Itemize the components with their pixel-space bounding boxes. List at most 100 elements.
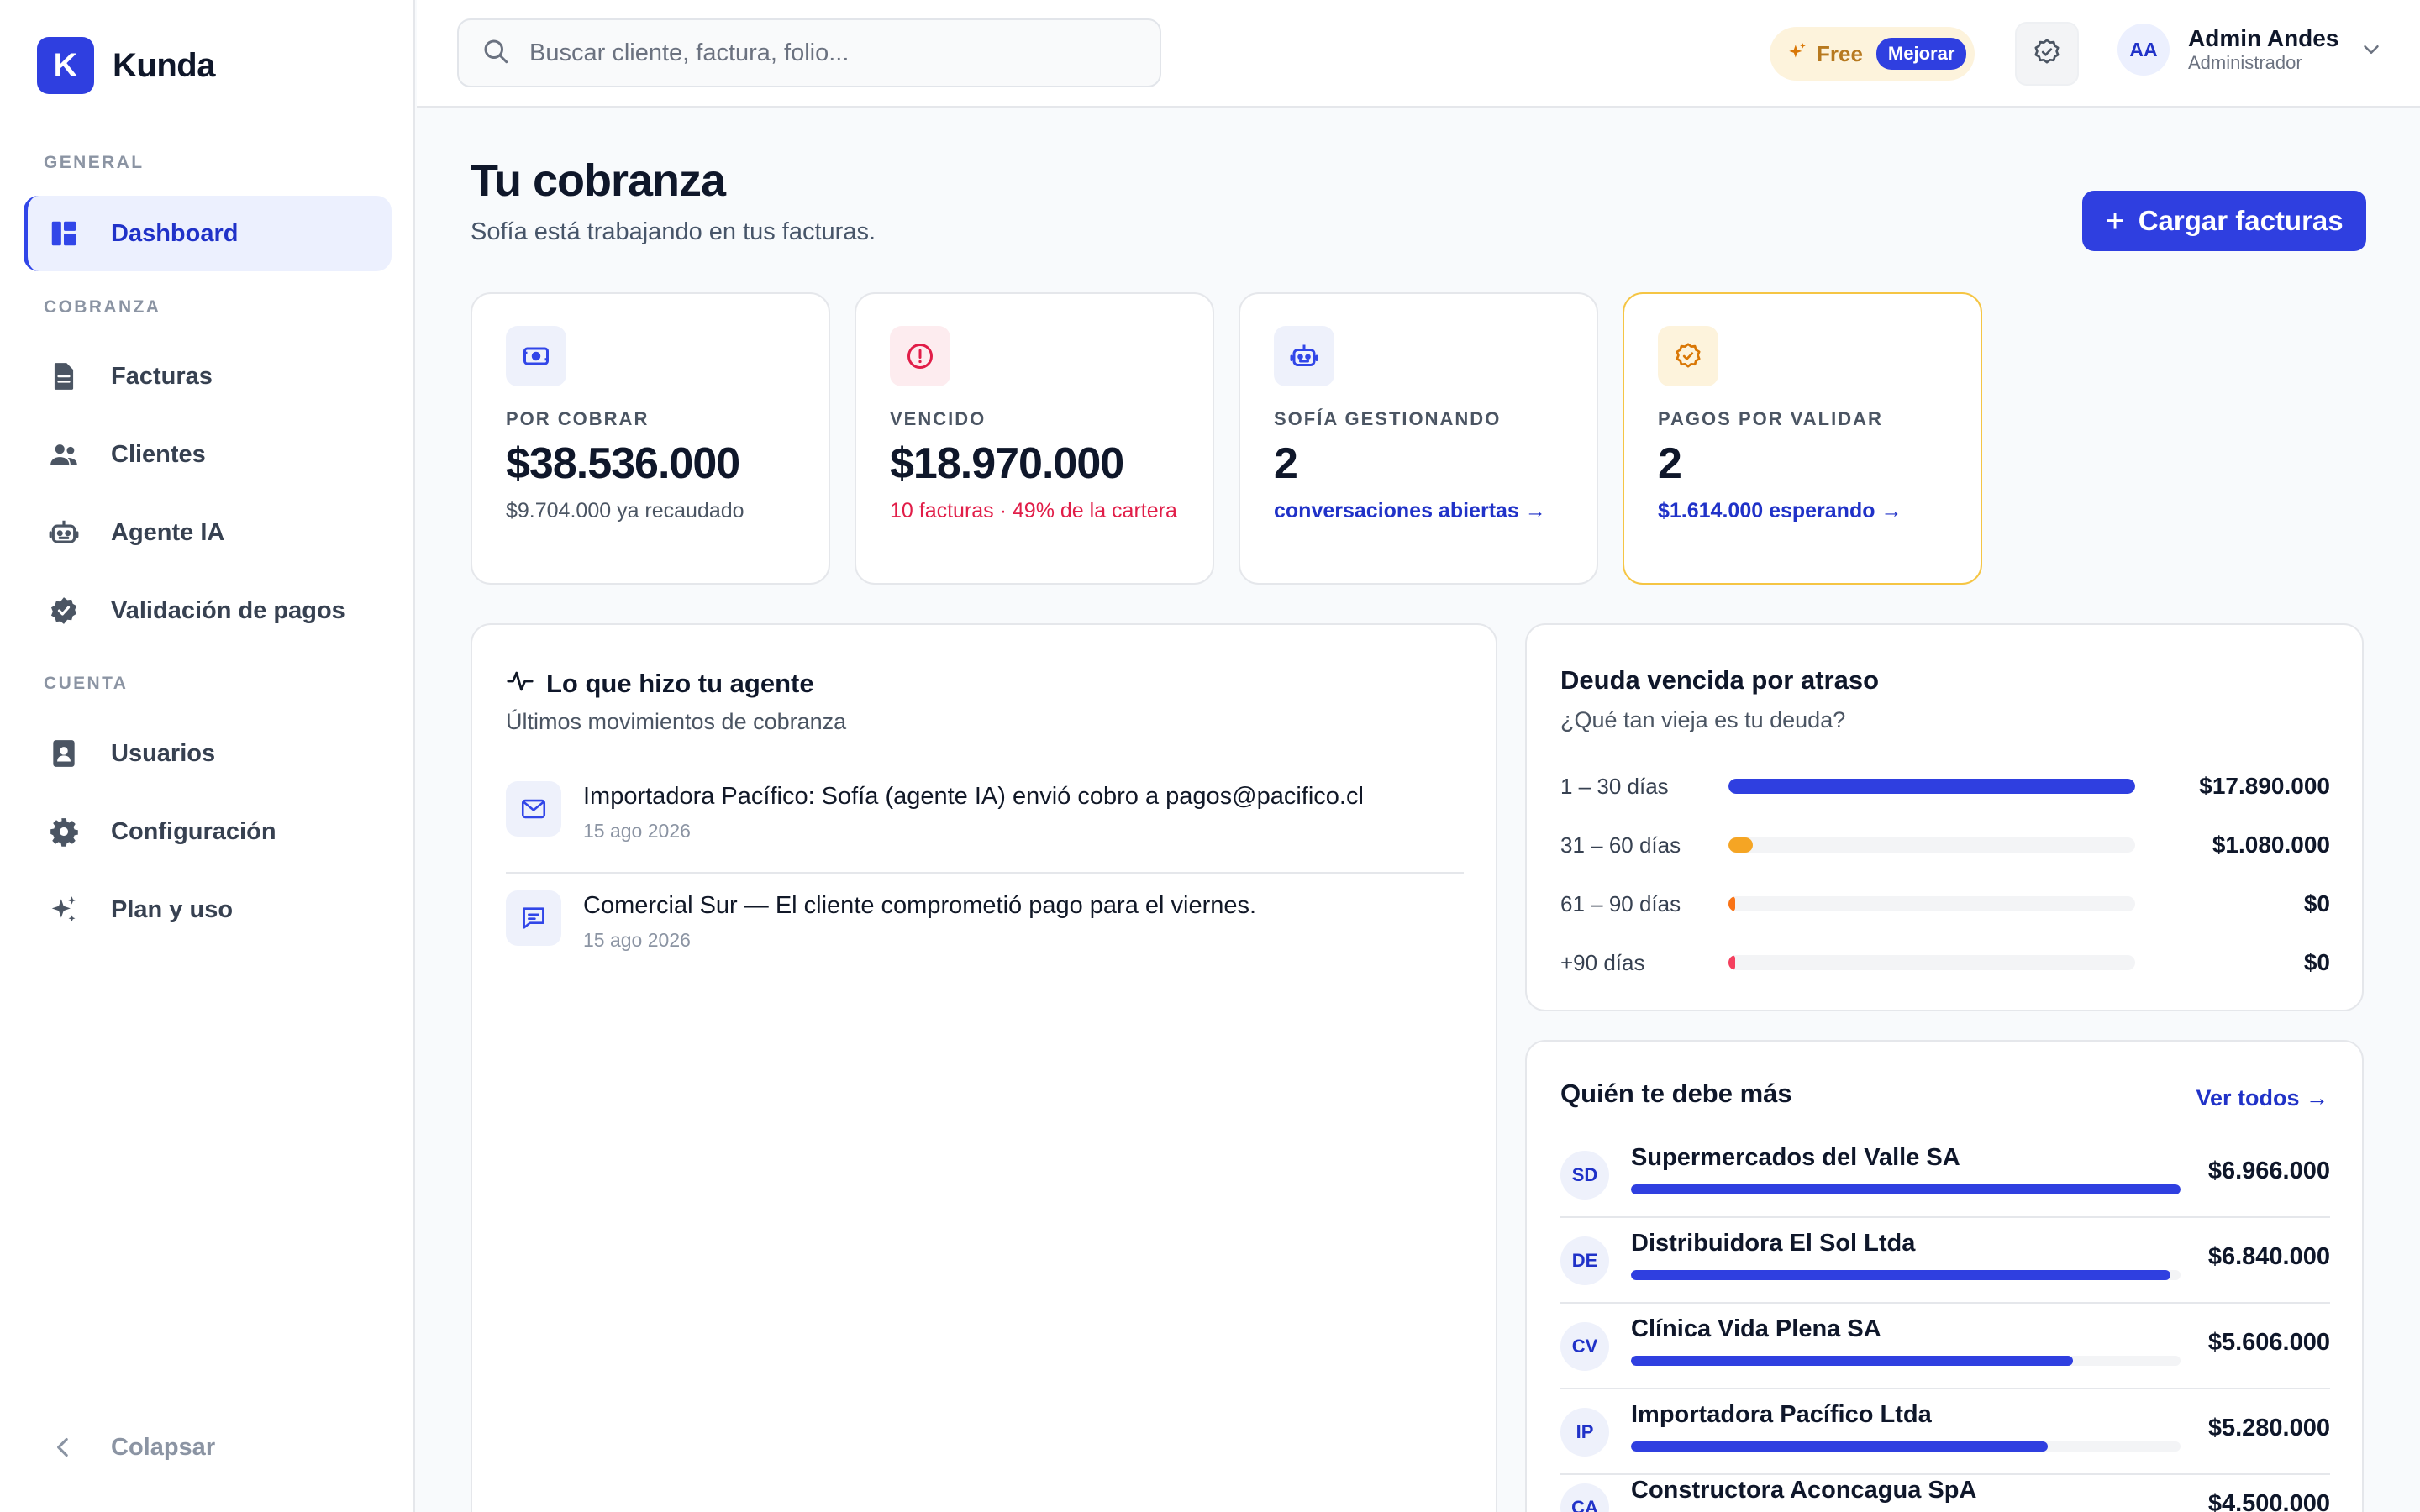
sidebar-item-facturas[interactable]: Facturas (24, 339, 392, 414)
sidebar-item-dashboard[interactable]: Dashboard (24, 196, 392, 271)
activity-date: 15 ago 2026 (583, 820, 691, 842)
kpi-label: SOFÍA GESTIONANDO (1274, 408, 1502, 429)
debtor-bar-track (1631, 1441, 2181, 1452)
debtor-avatar: DE (1560, 1236, 1609, 1285)
debtor-amount: $6.966.000 (2207, 1158, 2330, 1184)
activity-header: Lo que hizo tu agente (506, 667, 814, 700)
debtor-row[interactable]: SD Supermercados del Valle SA $6.966.000 (1560, 1132, 2330, 1216)
page-title: Tu cobranza (471, 155, 726, 206)
debtor-row[interactable]: CA Constructora Aconcagua SpA $4.500.000 (1560, 1465, 2330, 1512)
debtor-name: Importadora Pacífico Ltda (1631, 1401, 1932, 1428)
debtor-avatar: SD (1560, 1151, 1609, 1200)
aging-bar-track (1728, 955, 2135, 970)
sidebar-item-label: Configuración (111, 817, 276, 845)
nav-section-cuenta: CUENTA (44, 674, 129, 693)
top-debtors-title: Quién te debe más (1560, 1079, 1792, 1108)
sidebar-item-configuracion[interactable]: Configuración (24, 794, 392, 869)
aging-bar-fill (1728, 779, 2135, 794)
upgrade-button[interactable]: Mejorar (1876, 38, 1967, 70)
collapse-sidebar-button[interactable]: Colapsar (24, 1410, 392, 1485)
aging-amount: $17.890.000 (2199, 773, 2330, 799)
see-all-debtors-link[interactable]: Ver todos → (2196, 1085, 2328, 1111)
sidebar-item-plan-uso[interactable]: Plan y uso (24, 872, 392, 948)
aging-panel: Deuda vencida por atraso ¿Qué tan vieja … (1525, 623, 2364, 1011)
debtor-row[interactable]: DE Distribuidora El Sol Ltda $6.840.000 (1560, 1218, 2330, 1302)
aging-label: 31 – 60 días (1560, 832, 1681, 858)
debtor-name: Supermercados del Valle SA (1631, 1144, 1960, 1171)
sidebar-item-label: Usuarios (111, 739, 216, 767)
aging-row: 61 – 90 días $0 (1560, 887, 2330, 921)
activity-pulse-icon (506, 667, 534, 700)
search-input[interactable] (529, 39, 1134, 67)
sidebar-item-label: Plan y uso (111, 895, 234, 923)
aging-subtitle: ¿Qué tan vieja es tu deuda? (1560, 707, 1846, 732)
plan-badge[interactable]: Free Mejorar (1770, 27, 1975, 81)
kpi-card-por-cobrar[interactable]: POR COBRAR $38.536.000 $9.704.000 ya rec… (471, 292, 830, 585)
aging-amount: $1.080.000 (2212, 832, 2330, 858)
kpi-value: $18.970.000 (890, 439, 1124, 488)
kpi-value: 2 (1658, 439, 1682, 488)
sidebar-item-validacion-pagos[interactable]: Validación de pagos (24, 573, 392, 648)
kpi-value: 2 (1274, 439, 1298, 488)
sparkles-icon (1786, 41, 1808, 67)
sidebar-item-label: Dashboard (111, 219, 239, 247)
debtor-bar-fill (1631, 1441, 2048, 1452)
debtor-amount: $4.500.000 (2207, 1490, 2330, 1512)
debtor-row[interactable]: CV Clínica Vida Plena SA $5.606.000 (1560, 1304, 2330, 1388)
upload-invoices-label: Cargar facturas (2138, 205, 2344, 236)
brand[interactable]: K Kunda (37, 37, 215, 94)
nav-section-general: GENERAL (44, 153, 145, 172)
topbar: Free Mejorar AA Admin Andes Administrado… (417, 0, 2420, 108)
kpi-label: PAGOS POR VALIDAR (1658, 408, 1883, 429)
activity-item[interactable]: Comercial Sur — El cliente comprometió p… (506, 890, 1464, 952)
aging-bar-track (1728, 896, 2135, 911)
sparkles-icon (47, 893, 81, 927)
user-menu[interactable]: AA Admin Andes Administrador (2118, 24, 2384, 76)
activity-item[interactable]: Importadora Pacífico: Sofía (agente IA) … (506, 781, 1464, 843)
robot-icon (47, 516, 81, 549)
badge-check-icon (2032, 37, 2062, 71)
kpi-link-pagos-esperando[interactable]: $1.614.000 esperando → (1658, 496, 1952, 527)
chevron-down-icon (2359, 37, 2384, 62)
kpi-sub: $9.704.000 ya recaudado (506, 499, 744, 522)
user-role: Administrador (2188, 52, 2302, 73)
kpi-link-conversaciones[interactable]: conversaciones abiertas → (1274, 496, 1568, 527)
upload-invoices-button[interactable]: + Cargar facturas (2082, 191, 2366, 251)
aging-title: Deuda vencida por atraso (1560, 665, 1880, 695)
document-icon (47, 360, 81, 393)
debtor-bar-fill (1631, 1184, 2181, 1194)
cash-icon (506, 326, 566, 386)
aging-bar-fill (1728, 837, 1754, 853)
aging-label: +90 días (1560, 949, 1645, 975)
user-name: Admin Andes (2188, 25, 2339, 51)
badge-check-icon (1658, 326, 1718, 386)
debtor-bar-fill (1631, 1270, 2171, 1280)
plan-label: Free (1817, 40, 1863, 66)
activity-date: 15 ago 2026 (583, 929, 691, 951)
aging-row: +90 días $0 (1560, 946, 2330, 979)
brand-name: Kunda (113, 46, 215, 84)
app-root: K Kunda GENERAL Dashboard COBRANZA Factu… (0, 0, 2420, 1512)
mail-icon (506, 781, 561, 837)
agent-activity-panel: Lo que hizo tu agente Últimos movimiento… (471, 623, 1497, 1512)
dashboard-icon (47, 217, 81, 250)
kpi-card-vencido[interactable]: VENCIDO $18.970.000 10 facturas · 49% de… (855, 292, 1214, 585)
debtor-bar-track (1631, 1270, 2181, 1280)
gear-icon (47, 815, 81, 848)
sidebar-item-label: Clientes (111, 440, 206, 468)
sidebar-item-agente-ia[interactable]: Agente IA (24, 495, 392, 570)
validation-status-button[interactable] (2015, 22, 2079, 86)
sidebar-item-usuarios[interactable]: Usuarios (24, 716, 392, 791)
kpi-label: POR COBRAR (506, 408, 650, 429)
debtor-row[interactable]: IP Importadora Pacífico Ltda $5.280.000 (1560, 1389, 2330, 1473)
debtor-bar-track (1631, 1356, 2181, 1366)
aging-bar-track (1728, 779, 2135, 794)
kpi-card-pagos-por-validar[interactable]: PAGOS POR VALIDAR 2 $1.614.000 esperando… (1623, 292, 1982, 585)
debtor-bar-track (1631, 1184, 2181, 1194)
kpi-card-sofia-gestionando[interactable]: SOFÍA GESTIONANDO 2 conversaciones abier… (1239, 292, 1598, 585)
sidebar-item-clientes[interactable]: Clientes (24, 417, 392, 492)
user-info: Admin Andes Administrador (2188, 25, 2338, 74)
activity-title: Lo que hizo tu agente (546, 668, 814, 698)
search-box[interactable] (457, 18, 1161, 87)
sidebar-item-label: Validación de pagos (111, 596, 345, 624)
